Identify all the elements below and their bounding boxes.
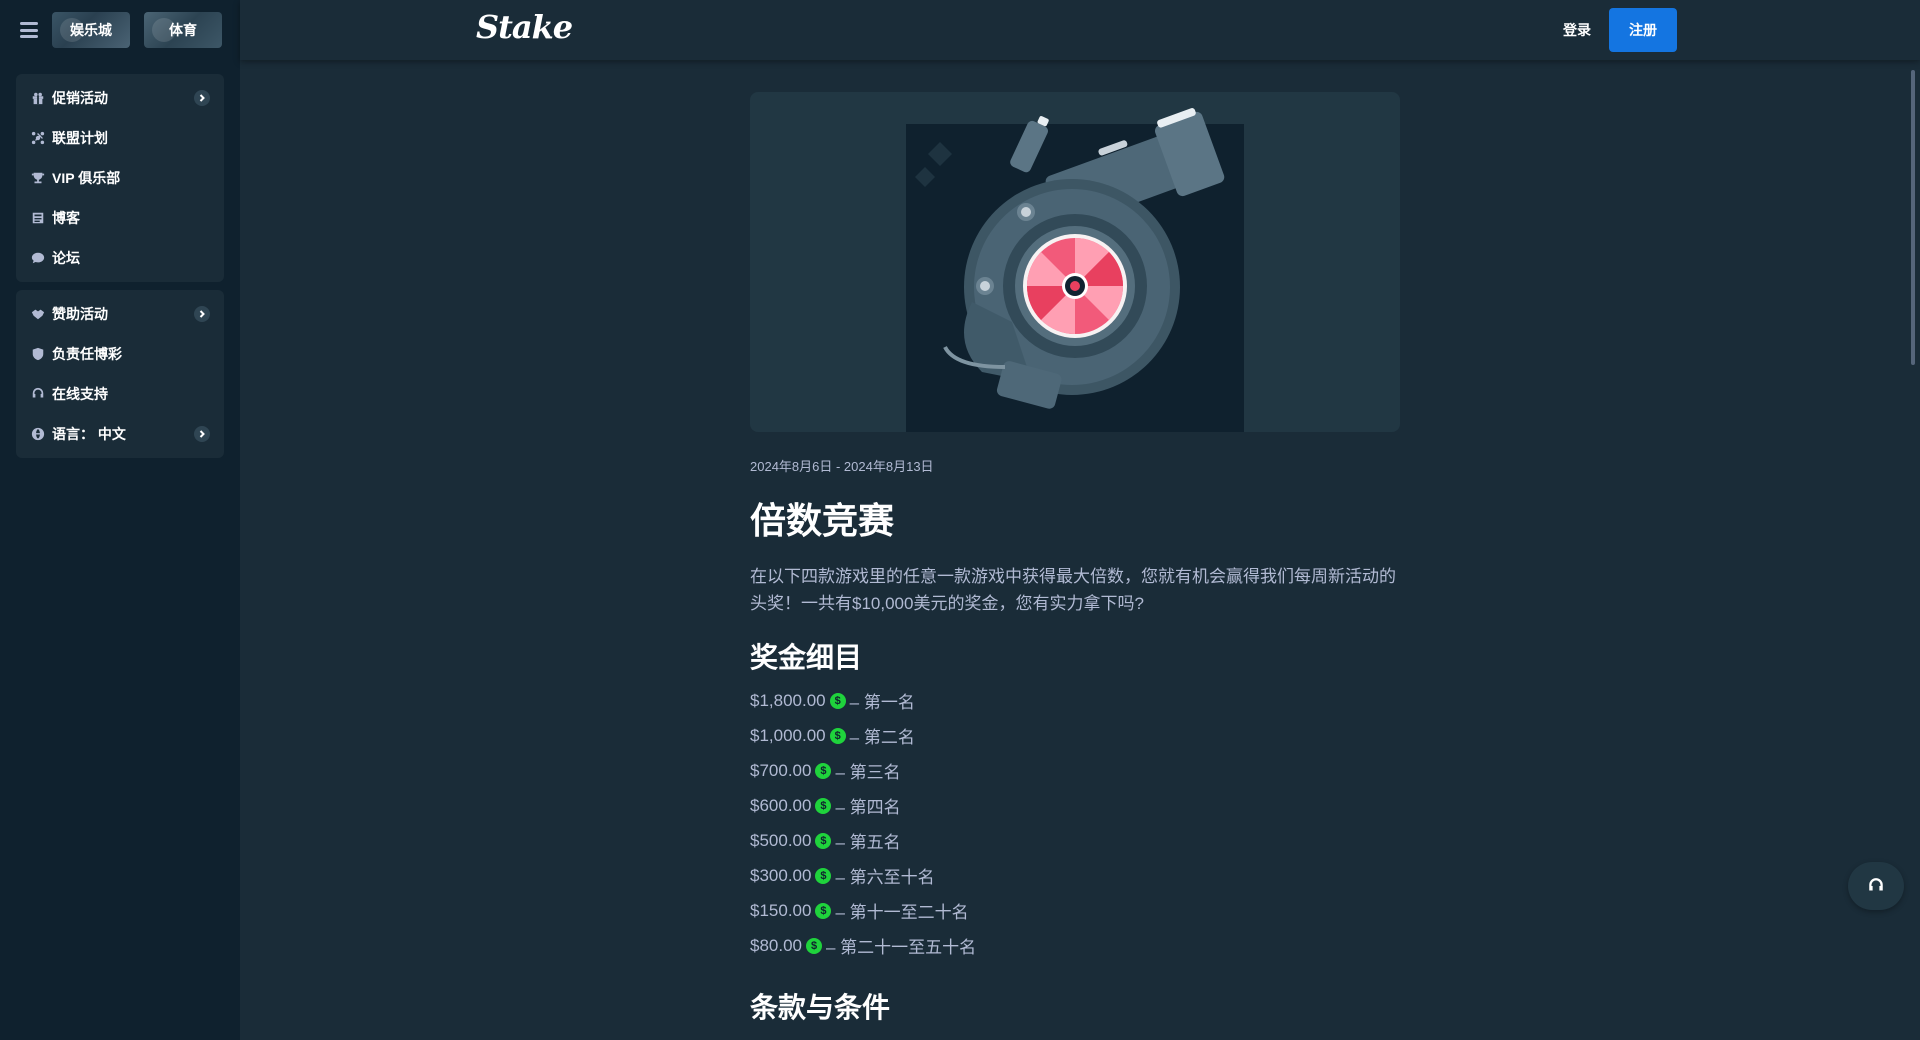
usd-coin-icon: $ <box>815 867 832 884</box>
sidebar-item-label: 负责任博彩 <box>52 346 122 362</box>
prize-rank: – 第二名 <box>849 728 915 748</box>
headset-icon <box>1869 878 1883 891</box>
prize-amount: $600.00 <box>750 795 812 815</box>
chevron-right-icon[interactable] <box>194 90 210 106</box>
chat-icon <box>30 250 46 266</box>
prize-rank: – 第四名 <box>835 798 901 818</box>
sidebar-group-secondary: 赞助活动 负责任博彩 在线支持 语言： 中文 <box>16 290 224 458</box>
list-item: $600.00 $ – 第四名 <box>750 788 1400 823</box>
tab-casino-label: 娱乐城 <box>70 22 112 38</box>
shield-icon <box>30 346 46 362</box>
handshake-icon <box>30 306 46 322</box>
prize-breakdown-heading: 奖金细目 <box>750 641 863 673</box>
sidebar-item-label: 语言： 中文 <box>52 426 126 442</box>
prize-rank: – 第一名 <box>849 693 915 713</box>
prize-rank: – 第三名 <box>835 763 901 783</box>
prize-amount: $80.00 <box>750 935 802 955</box>
sidebar-item-label: VIP 俱乐部 <box>52 170 121 186</box>
top-header: Stake 登录 注册 <box>240 0 1920 60</box>
page-scrollbar[interactable] <box>1906 60 1920 1040</box>
list-item: $80.00 $ – 第二十一至五十名 <box>750 928 1400 963</box>
affiliate-icon <box>30 130 46 146</box>
sidebar-item-label: 联盟计划 <box>52 130 108 146</box>
sidebar-item-label: 在线支持 <box>52 386 108 402</box>
promotion-article: 2024年8月6日 - 2024年8月13日 倍数竞赛 在以下四款游戏里的任意一… <box>750 92 1400 1024</box>
tab-casino[interactable]: 娱乐城 <box>52 12 130 48</box>
sidebar-item-label: 论坛 <box>52 250 80 266</box>
login-button[interactable]: 登录 <box>1553 16 1601 44</box>
prize-amount: $500.00 <box>750 830 812 850</box>
prize-amount: $700.00 <box>750 760 812 780</box>
sidebar-item-language[interactable]: 语言： 中文 <box>16 414 224 454</box>
sidebar-item-promotions[interactable]: 促销活动 <box>16 78 224 118</box>
stake-logo[interactable]: Stake <box>476 8 573 46</box>
gift-icon <box>30 90 46 106</box>
register-button[interactable]: 注册 <box>1609 8 1677 52</box>
usd-coin-icon: $ <box>815 832 832 849</box>
list-item: $700.00 $ – 第三名 <box>750 753 1400 788</box>
sidebar-top: 娱乐城 体育 <box>0 0 240 60</box>
usd-coin-icon: $ <box>815 762 832 779</box>
usd-coin-icon: $ <box>815 902 832 919</box>
tab-sports-label: 体育 <box>169 22 197 38</box>
prize-amount: $1,800.00 <box>750 690 826 710</box>
promotion-intro: 在以下四款游戏里的任意一款游戏中获得最大倍数，您就有机会赢得我们每周新活动的头奖… <box>750 566 1396 613</box>
list-item: $500.00 $ – 第五名 <box>750 823 1400 858</box>
promotion-banner-image <box>750 92 1400 432</box>
list-item: $1,800.00 $ – 第一名 <box>750 683 1400 718</box>
prize-list: $1,800.00 $ – 第一名 $1,000.00 $ – 第二名 $700.00 $… <box>750 683 1400 963</box>
prize-rank: – 第十一至二十名 <box>835 903 969 923</box>
usd-coin-icon: $ <box>829 692 846 709</box>
sidebar-group-main: 促销活动 联盟计划 VIP 俱乐部 博客 论坛 <box>16 74 224 282</box>
chevron-right-icon[interactable] <box>194 426 210 442</box>
blog-icon <box>30 210 46 226</box>
list-item: $1,000.00 $ – 第二名 <box>750 718 1400 753</box>
sidebar-item-label: 赞助活动 <box>52 306 108 322</box>
prize-amount: $150.00 <box>750 900 812 920</box>
list-item: $300.00 $ – 第六至十名 <box>750 858 1400 893</box>
sidebar-item-responsible-gambling[interactable]: 负责任博彩 <box>16 334 224 374</box>
prize-amount: $300.00 <box>750 865 812 885</box>
sidebar-item-affiliate[interactable]: 联盟计划 <box>16 118 224 158</box>
tab-sports[interactable]: 体育 <box>144 12 222 48</box>
page-title: 倍数竞赛 <box>750 500 895 541</box>
sidebar-item-vip[interactable]: VIP 俱乐部 <box>16 158 224 198</box>
prize-rank: – 第五名 <box>835 833 901 853</box>
scrollbar-thumb[interactable] <box>1911 70 1915 365</box>
terms-heading: 条款与条件 <box>750 992 891 1024</box>
live-support-button[interactable] <box>1848 862 1904 910</box>
menu-icon[interactable] <box>20 22 38 38</box>
prize-rank: – 第六至十名 <box>835 868 935 888</box>
sidebar-item-label: 促销活动 <box>52 90 108 106</box>
usd-coin-icon: $ <box>806 937 822 954</box>
usd-coin-icon: $ <box>815 797 832 814</box>
sidebar-item-label: 博客 <box>52 210 80 226</box>
globe-icon <box>30 426 46 442</box>
sidebar-item-forum[interactable]: 论坛 <box>16 238 224 278</box>
usd-coin-icon: $ <box>829 727 846 744</box>
trophy-icon <box>30 170 46 186</box>
turbo-illustration <box>915 108 1225 409</box>
sidebar-item-blog[interactable]: 博客 <box>16 198 224 238</box>
prize-amount: $1,000.00 <box>750 725 826 745</box>
promotion-date: 2024年8月6日 - 2024年8月13日 <box>750 459 934 474</box>
sidebar-item-live-support[interactable]: 在线支持 <box>16 374 224 414</box>
sidebar-item-sponsorships[interactable]: 赞助活动 <box>16 294 224 334</box>
headset-icon <box>30 386 46 402</box>
list-item: $150.00 $ – 第十一至二十名 <box>750 893 1400 928</box>
chevron-right-icon[interactable] <box>194 306 210 322</box>
prize-rank: – 第二十一至五十名 <box>826 938 977 958</box>
sidebar: 娱乐城 体育 促销活动 联盟计划 VIP 俱乐部 博客 论坛 赞助活动 负责任博… <box>0 0 240 1040</box>
